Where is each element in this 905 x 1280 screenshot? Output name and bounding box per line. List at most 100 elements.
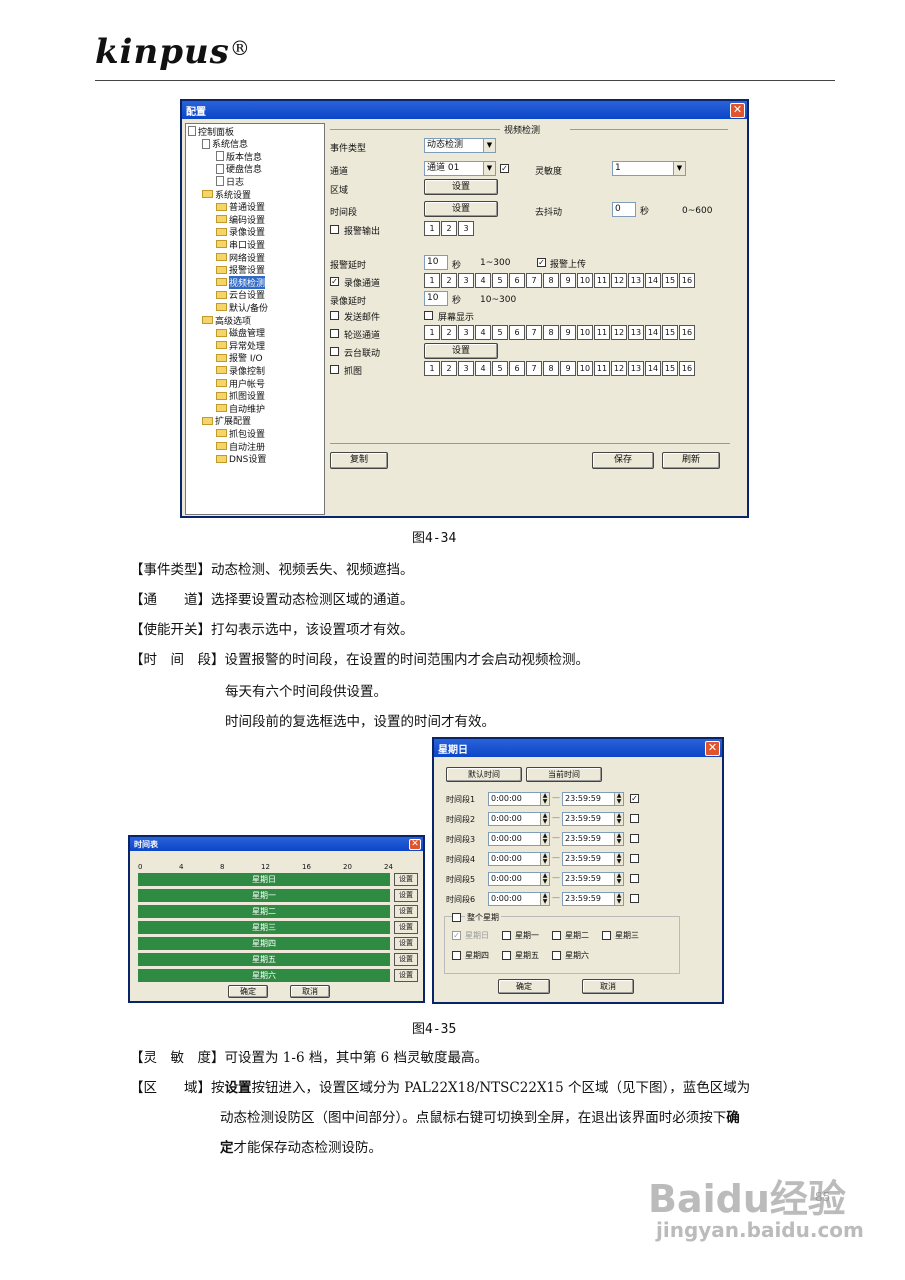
end-time-input[interactable]: 23:59:59 ▲ ▼ (562, 812, 624, 826)
day-bar[interactable]: 星期六 (138, 969, 390, 982)
period-checkbox[interactable] (630, 834, 639, 843)
enable-checkbox[interactable]: ✓ (500, 164, 509, 173)
save-button[interactable]: 保存 (592, 452, 654, 469)
record-delay-input[interactable]: 10 (424, 291, 448, 306)
channel-toggle[interactable]: 12 (611, 325, 627, 340)
tree-item[interactable]: 报警 I/O (216, 352, 263, 364)
day-checkbox[interactable]: ✓ (452, 931, 461, 940)
day-bar[interactable]: 星期一 (138, 889, 390, 902)
channel-toggle[interactable]: 1 (424, 221, 440, 236)
spin-icon[interactable]: ▲ ▼ (614, 793, 623, 805)
close-icon[interactable]: ✕ (409, 838, 421, 850)
channel-toggle[interactable]: 14 (645, 361, 661, 376)
day-set-button[interactable]: 设置 (394, 889, 418, 902)
weekday-cancel-button[interactable]: 取消 (582, 979, 634, 994)
spin-icon[interactable]: ▲ ▼ (614, 893, 623, 905)
spin-icon[interactable]: ▲ ▼ (540, 853, 549, 865)
channel-toggle[interactable]: 5 (492, 273, 508, 288)
day-bar[interactable]: 星期五 (138, 953, 390, 966)
timetable-ok-button[interactable]: 确定 (228, 985, 268, 998)
start-time-input[interactable]: 0:00:00 ▲ ▼ (488, 852, 550, 866)
channel-toggle[interactable]: 7 (526, 361, 542, 376)
channel-toggle[interactable]: 15 (662, 273, 678, 288)
snap-checkbox[interactable] (330, 365, 339, 374)
tree-item[interactable]: 磁盘管理 (216, 327, 265, 339)
channel-toggle[interactable]: 2 (441, 221, 457, 236)
tree-item[interactable]: 异常处理 (216, 339, 265, 352)
timetable-cancel-button[interactable]: 取消 (290, 985, 330, 998)
start-time-input[interactable]: 0:00:00 ▲ ▼ (488, 812, 550, 826)
start-time-input[interactable]: 0:00:00 ▲ ▼ (488, 832, 550, 846)
spin-icon[interactable]: ▲ ▼ (614, 833, 623, 845)
channel-toggle[interactable]: 9 (560, 361, 576, 376)
channel-toggle[interactable]: 3 (458, 221, 474, 236)
channel-toggle[interactable]: 8 (543, 361, 559, 376)
end-time-input[interactable]: 23:59:59 ▲ ▼ (562, 892, 624, 906)
channel-toggle[interactable]: 8 (543, 325, 559, 340)
tree-item[interactable]: 串口设置 (216, 238, 265, 251)
tree-item[interactable]: 普通设置 (216, 201, 265, 213)
tree-item[interactable]: 报警设置 (216, 264, 265, 276)
channel-toggle[interactable]: 14 (645, 273, 661, 288)
tree-item[interactable]: 录像控制 (216, 364, 265, 377)
channel-toggle[interactable]: 11 (594, 273, 610, 288)
spin-icon[interactable]: ▲ ▼ (540, 833, 549, 845)
start-time-input[interactable]: 0:00:00 ▲ ▼ (488, 892, 550, 906)
tree-item[interactable]: 云台设置 (216, 289, 265, 301)
day-set-button[interactable]: 设置 (394, 953, 418, 966)
spin-icon[interactable]: ▲ ▼ (540, 813, 549, 825)
channel-toggle[interactable]: 3 (458, 273, 474, 288)
spin-icon[interactable]: ▲ ▼ (614, 853, 623, 865)
weekday-ok-button[interactable]: 确定 (498, 979, 550, 994)
tree-item[interactable]: 抓图设置 (216, 390, 265, 402)
channel-toggle[interactable]: 6 (509, 361, 525, 376)
channel-toggle[interactable]: 12 (611, 273, 627, 288)
day-bar[interactable]: 星期三 (138, 921, 390, 934)
channel-toggle[interactable]: 2 (441, 361, 457, 376)
spin-icon[interactable]: ▲ ▼ (614, 813, 623, 825)
channel-toggle[interactable]: 4 (475, 361, 491, 376)
tree-item[interactable]: 录像设置 (216, 226, 265, 238)
spin-icon[interactable]: ▲ ▼ (540, 793, 549, 805)
tree-item[interactable]: DNS设置 (216, 453, 266, 465)
whole-week-checkbox[interactable] (452, 913, 461, 922)
period-checkbox[interactable] (630, 894, 639, 903)
start-time-input[interactable]: 0:00:00 ▲ ▼ (488, 872, 550, 886)
day-bar[interactable]: 星期二 (138, 905, 390, 918)
period-checkbox[interactable]: ✓ (630, 794, 639, 803)
day-set-button[interactable]: 设置 (394, 921, 418, 934)
day-checkbox[interactable] (502, 931, 511, 940)
tree-item[interactable]: 网络设置 (216, 251, 265, 264)
channel-toggle[interactable]: 3 (458, 361, 474, 376)
tree-item[interactable]: 版本信息 (216, 150, 262, 163)
day-set-button[interactable]: 设置 (394, 873, 418, 886)
alarm-delay-input[interactable]: 10 (424, 255, 448, 270)
channel-toggle[interactable]: 16 (679, 361, 695, 376)
day-bar[interactable]: 星期日 (138, 873, 390, 886)
day-checkbox[interactable] (602, 931, 611, 940)
debounce-input[interactable]: 0 (612, 202, 636, 217)
tree-item[interactable]: 视频检测 (216, 275, 266, 289)
channel-toggle[interactable]: 10 (577, 273, 593, 288)
channel-toggle[interactable]: 8 (543, 273, 559, 288)
record-channel-checkbox[interactable]: ✓ (330, 277, 339, 286)
period-checkbox[interactable] (630, 814, 639, 823)
day-bar[interactable]: 星期四 (138, 937, 390, 950)
channel-toggle[interactable]: 9 (560, 325, 576, 340)
channel-toggle[interactable]: 6 (509, 273, 525, 288)
channel-toggle[interactable]: 11 (594, 325, 610, 340)
channel-toggle[interactable]: 2 (441, 273, 457, 288)
day-set-button[interactable]: 设置 (394, 937, 418, 950)
tree-item[interactable]: 抓包设置 (216, 427, 265, 440)
tree-item[interactable]: 自动维护 (216, 402, 265, 415)
tree-item[interactable]: 系统信息 (202, 138, 248, 150)
channel-toggle[interactable]: 1 (424, 361, 440, 376)
channel-toggle[interactable]: 12 (611, 361, 627, 376)
tree-item[interactable]: 高级选项 (202, 314, 251, 327)
end-time-input[interactable]: 23:59:59 ▲ ▼ (562, 832, 624, 846)
ptz-checkbox[interactable] (330, 347, 339, 356)
close-icon[interactable]: ✕ (705, 740, 720, 756)
channel-toggle[interactable]: 7 (526, 325, 542, 340)
close-icon[interactable]: ✕ (730, 102, 745, 118)
period-checkbox[interactable] (630, 854, 639, 863)
